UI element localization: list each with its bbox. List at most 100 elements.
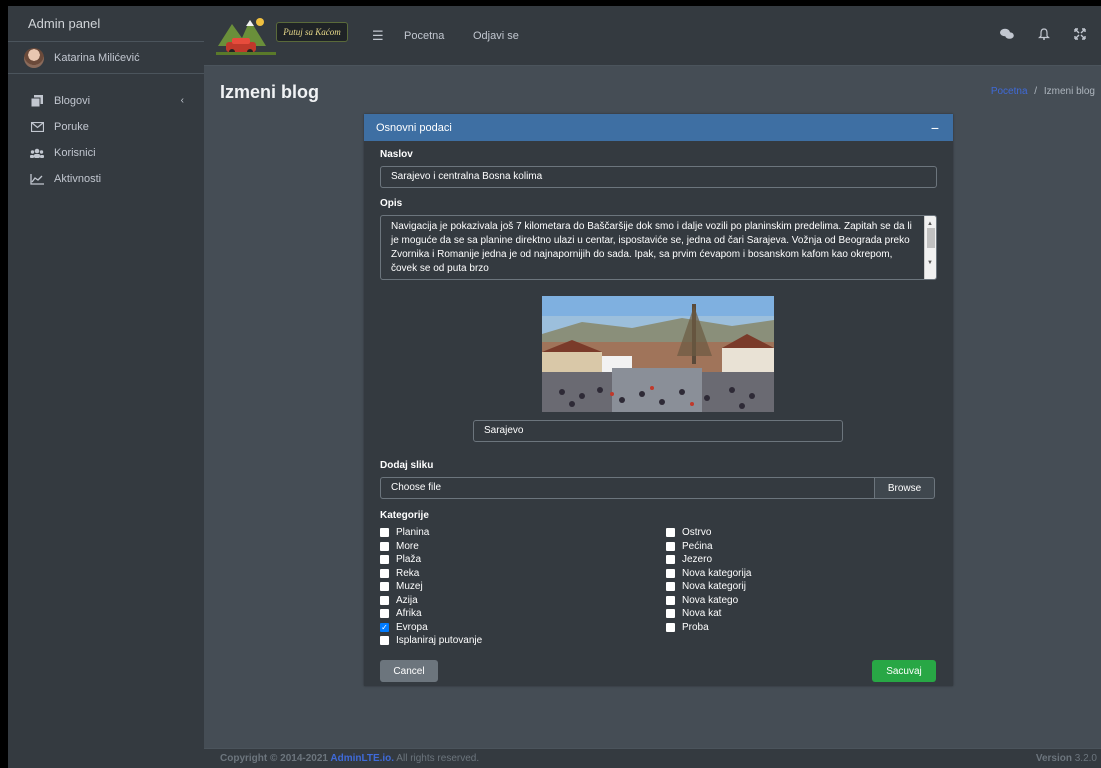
checkbox[interactable] bbox=[666, 555, 675, 565]
expand-icon[interactable] bbox=[1074, 28, 1086, 43]
checkbox[interactable] bbox=[380, 555, 389, 565]
category-checkbox[interactable]: Reka bbox=[380, 567, 580, 581]
category-checkbox[interactable]: Afrika bbox=[380, 607, 580, 621]
category-label: Nova katego bbox=[682, 594, 739, 606]
top-navbar: Putuj sa Kaćom ☰ Pocetna Odjavi se bbox=[204, 6, 1101, 66]
dodaj-sliku-group: Dodaj sliku Choose file Browse bbox=[380, 460, 935, 499]
nav-link-odjavi[interactable]: Odjavi se bbox=[473, 30, 519, 42]
comments-icon[interactable] bbox=[1000, 28, 1014, 43]
category-label: Azija bbox=[396, 594, 418, 606]
checkbox[interactable] bbox=[666, 541, 675, 551]
category-label: Plaža bbox=[396, 554, 422, 566]
save-button[interactable]: Sacuvaj bbox=[872, 660, 936, 682]
sidebar-item-blogovi[interactable]: Blogovi ‹ bbox=[8, 88, 204, 114]
cancel-button[interactable]: Cancel bbox=[380, 660, 438, 682]
category-label: Afrika bbox=[396, 608, 422, 620]
category-label: Proba bbox=[682, 621, 709, 633]
user-panel[interactable]: Katarina Milićević bbox=[8, 42, 204, 74]
opis-text: Navigacija je pokazivala još 7 kilometar… bbox=[391, 221, 912, 274]
users-icon bbox=[30, 147, 44, 159]
opis-textarea[interactable]: Navigacija je pokazivala još 7 kilometar… bbox=[380, 215, 937, 280]
checkbox[interactable] bbox=[380, 541, 389, 551]
site-logo[interactable]: Putuj sa Kaćom bbox=[216, 12, 352, 55]
scroll-thumb[interactable] bbox=[927, 228, 935, 248]
sidebar-item-label: Aktivnosti bbox=[54, 173, 102, 185]
user-name[interactable]: Katarina Milićević bbox=[54, 52, 140, 64]
category-checkbox[interactable]: Nova kategorija bbox=[666, 567, 866, 581]
checkbox[interactable] bbox=[666, 582, 675, 592]
category-checkbox[interactable]: More bbox=[380, 540, 580, 554]
sidebar-item-label: Poruke bbox=[54, 121, 89, 133]
checkbox[interactable] bbox=[380, 568, 389, 578]
naslov-label: Naslov bbox=[380, 149, 413, 160]
checkbox[interactable] bbox=[666, 609, 675, 619]
category-checkbox[interactable]: Isplaniraj putovanje bbox=[380, 634, 580, 648]
category-label: Planina bbox=[396, 527, 430, 539]
hamburger-menu-icon[interactable]: ☰ bbox=[372, 28, 384, 44]
envelope-icon bbox=[30, 121, 44, 133]
category-checkbox[interactable]: Nova katego bbox=[666, 594, 866, 608]
window-left-edge bbox=[0, 0, 8, 768]
checkbox[interactable] bbox=[666, 568, 675, 578]
checkbox[interactable] bbox=[666, 528, 675, 538]
category-label: Evropa bbox=[396, 621, 428, 633]
checkbox[interactable] bbox=[380, 595, 389, 605]
collapse-minus-icon[interactable]: − bbox=[931, 120, 939, 136]
checkbox[interactable] bbox=[666, 595, 675, 605]
category-label: Jezero bbox=[682, 554, 713, 566]
image-caption-input[interactable]: Sarajevo bbox=[473, 420, 843, 442]
checkbox[interactable] bbox=[380, 636, 389, 646]
content-header: Izmeni blog Pocetna / Izmeni blog bbox=[204, 66, 1101, 110]
category-checkbox[interactable]: Muzej bbox=[380, 580, 580, 594]
dodaj-sliku-label: Dodaj sliku bbox=[380, 460, 434, 471]
browse-button[interactable]: Browse bbox=[875, 477, 935, 499]
avatar bbox=[24, 47, 44, 68]
category-label: Nova kategorij bbox=[682, 581, 746, 593]
category-checkbox[interactable]: Jezero bbox=[666, 553, 866, 567]
category-checkbox[interactable]: Plaža bbox=[380, 553, 580, 567]
category-label: Muzej bbox=[396, 581, 423, 593]
page-title: Izmeni blog bbox=[220, 82, 319, 102]
version-label: Version bbox=[1035, 753, 1072, 764]
card-body: Naslov Sarajevo i centralna Bosna kolima… bbox=[364, 141, 953, 280]
category-label: More bbox=[396, 540, 419, 552]
sidebar-item-poruke[interactable]: Poruke bbox=[8, 114, 204, 140]
footer-copyright: Copyright © 2014-2021 AdminLTE.io. All r… bbox=[220, 753, 479, 764]
sidebar-nav: Blogovi ‹ Poruke Korisnici Aktivnosti bbox=[8, 74, 204, 192]
checkbox[interactable] bbox=[380, 528, 389, 538]
breadcrumb-home-link[interactable]: Pocetna bbox=[991, 86, 1028, 97]
category-checkbox[interactable]: Proba bbox=[666, 621, 866, 635]
checkbox[interactable] bbox=[666, 622, 675, 632]
category-checkbox[interactable]: Pećina bbox=[666, 540, 866, 554]
checkbox-checked[interactable]: ✓ bbox=[380, 622, 389, 632]
checkbox[interactable] bbox=[380, 582, 389, 592]
sidebar-item-aktivnosti[interactable]: Aktivnosti bbox=[8, 166, 204, 192]
chevron-left-icon: ‹ bbox=[180, 95, 184, 106]
sidebar-item-label: Blogovi bbox=[54, 95, 91, 107]
category-checkbox[interactable]: Azija bbox=[380, 594, 580, 608]
copy-icon bbox=[30, 95, 44, 107]
nav-link-pocetna[interactable]: Pocetna bbox=[404, 30, 444, 42]
category-label: Nova kat bbox=[682, 608, 722, 620]
scroll-down-icon[interactable]: ▼ bbox=[927, 256, 933, 270]
copyright-suffix: All rights reserved. bbox=[394, 753, 480, 764]
category-checkbox[interactable]: ✓ Evropa bbox=[380, 621, 580, 635]
bell-icon[interactable] bbox=[1038, 28, 1050, 43]
file-input[interactable]: Choose file bbox=[380, 477, 875, 499]
checkbox[interactable] bbox=[380, 609, 389, 619]
category-label: Pećina bbox=[682, 540, 713, 552]
blog-form-card: Osnovni podaci − Naslov Sarajevo i centr… bbox=[364, 114, 953, 686]
opis-label: Opis bbox=[380, 198, 403, 209]
adminlte-link[interactable]: AdminLTE.io. bbox=[330, 753, 394, 764]
naslov-input[interactable]: Sarajevo i centralna Bosna kolima bbox=[380, 166, 937, 188]
footer-version: Version 3.2.0 bbox=[1036, 753, 1097, 764]
category-checkbox[interactable]: Nova kategorij bbox=[666, 580, 866, 594]
categories-left: Planina More Plaža Reka Muzej Azija Afri… bbox=[380, 526, 580, 648]
category-checkbox[interactable]: Ostrvo bbox=[666, 526, 866, 540]
brand-text[interactable]: Admin panel bbox=[8, 6, 204, 42]
logo-text: Putuj sa Kaćom bbox=[276, 22, 348, 42]
category-checkbox[interactable]: Nova kat bbox=[666, 607, 866, 621]
textarea-scrollbar[interactable]: ▲ ▼ bbox=[924, 216, 936, 279]
sidebar-item-korisnici[interactable]: Korisnici bbox=[8, 140, 204, 166]
category-checkbox[interactable]: Planina bbox=[380, 526, 580, 540]
